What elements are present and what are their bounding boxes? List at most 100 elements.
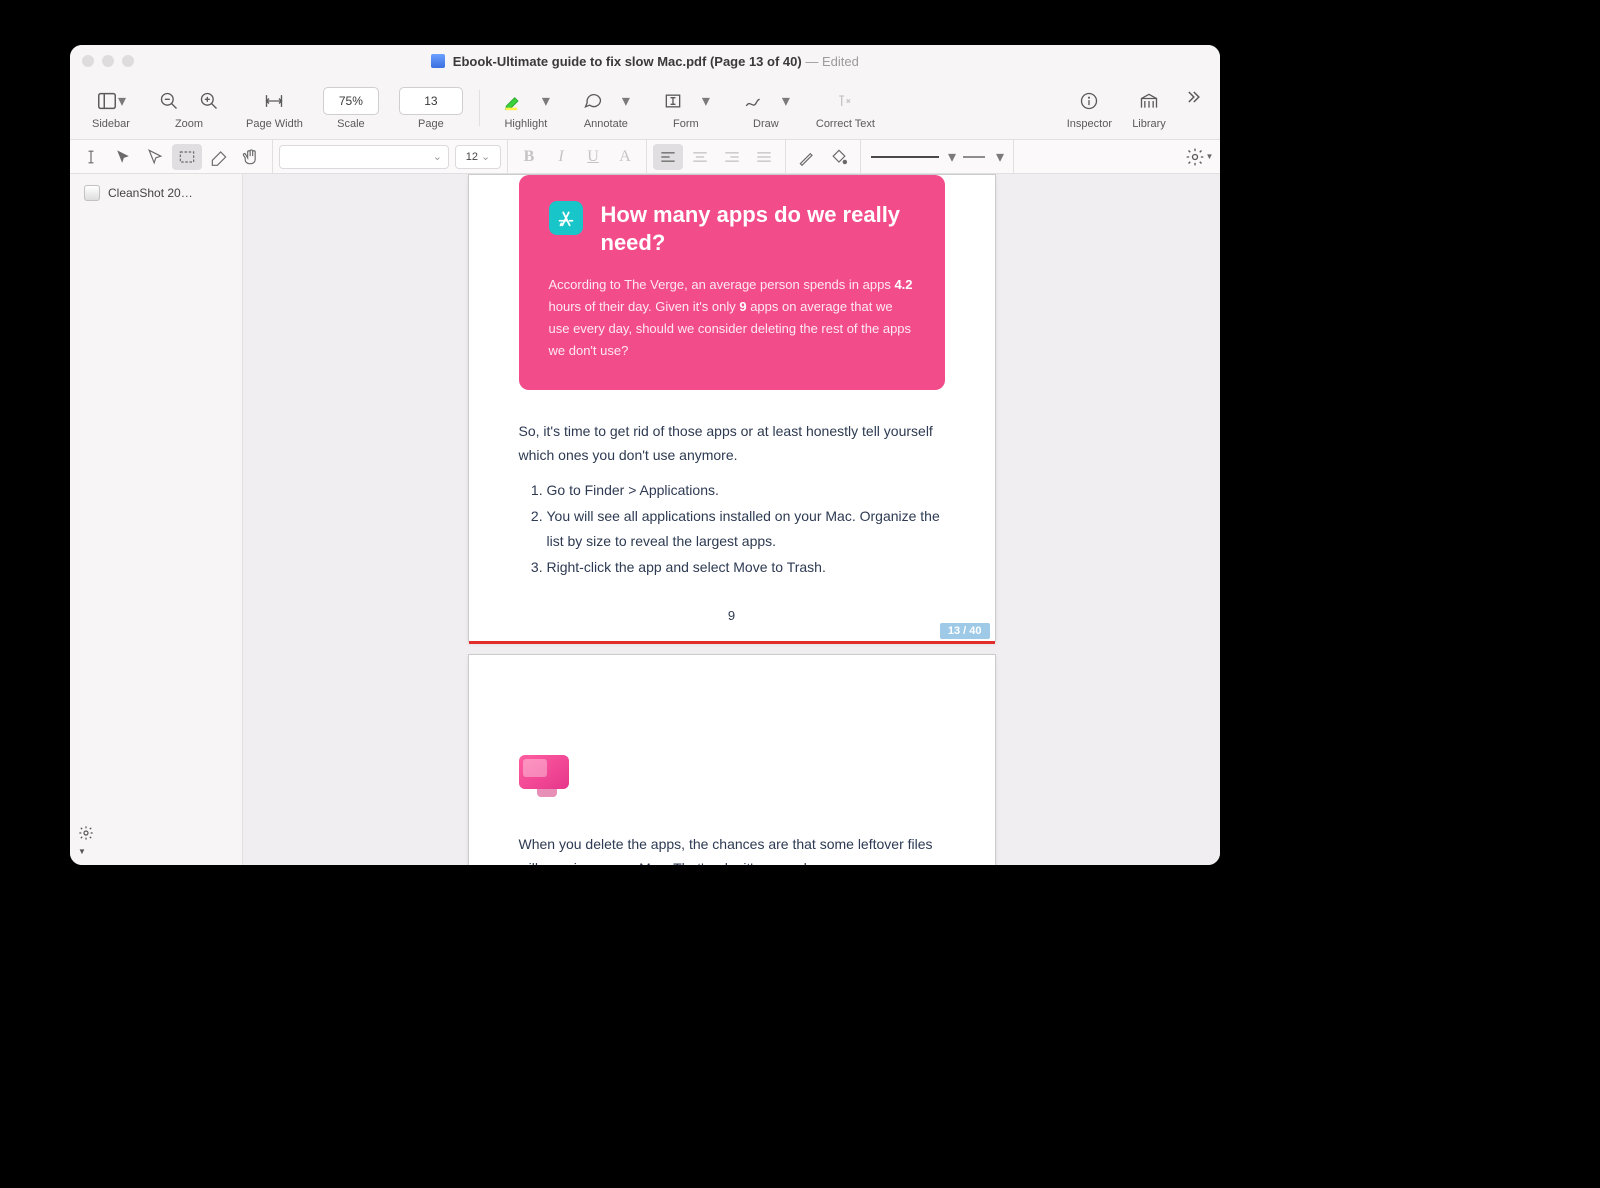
gear-icon xyxy=(1185,147,1205,167)
highlight-label: Highlight xyxy=(504,118,547,130)
library-label: Library xyxy=(1132,118,1166,130)
scale-label: Scale xyxy=(337,118,365,130)
page-input[interactable]: 13 xyxy=(399,87,463,115)
sidebar-toggle-button[interactable]: ▾ xyxy=(90,87,132,115)
window-title: Ebook-Ultimate guide to fix slow Mac.pdf… xyxy=(134,54,1156,69)
fill-color-button[interactable] xyxy=(824,144,854,170)
page-width-button[interactable] xyxy=(257,87,291,115)
form-menu-button[interactable]: ▾ xyxy=(696,87,716,115)
steps-list: Go to Finder > Applications. You will se… xyxy=(469,468,995,592)
correct-text-label: Correct Text xyxy=(816,118,875,130)
document-icon xyxy=(431,54,445,68)
draw-icon xyxy=(743,91,763,111)
main-toolbar: ▾ Sidebar Zoom Page Width xyxy=(70,77,1220,140)
speech-bubble-icon xyxy=(583,91,603,111)
library-icon xyxy=(1139,91,1159,111)
highlight-menu-button[interactable]: ▾ xyxy=(536,87,556,115)
arrow-style-menu[interactable]: ▾ xyxy=(993,144,1007,170)
page-indicator-badge: 13 / 40 xyxy=(940,623,990,639)
pdf-page: How many apps do we really need? Accordi… xyxy=(468,174,996,642)
sidebar-item-label: CleanShot 20… xyxy=(108,186,193,200)
sidebar-settings-button[interactable]: ▼ xyxy=(70,819,242,865)
toolbar-overflow-button[interactable] xyxy=(1176,83,1210,111)
zoom-out-icon xyxy=(159,91,179,111)
annotate-menu-button[interactable]: ▾ xyxy=(616,87,636,115)
document-canvas[interactable]: How many apps do we really need? Accordi… xyxy=(243,174,1220,865)
align-left-button[interactable] xyxy=(653,144,683,170)
pdf-page: When you delete the apps, the chances ar… xyxy=(468,654,996,865)
gear-icon xyxy=(78,825,94,841)
underline-button[interactable]: U xyxy=(578,144,608,170)
arrow-tool[interactable] xyxy=(108,144,138,170)
inspector-label: Inspector xyxy=(1067,118,1112,130)
zoom-window-button[interactable] xyxy=(122,55,134,67)
minimize-window-button[interactable] xyxy=(102,55,114,67)
eraser-tool[interactable] xyxy=(204,144,234,170)
toolbar-separator xyxy=(479,90,480,126)
highlight-button[interactable] xyxy=(496,87,530,115)
form-icon xyxy=(663,91,683,111)
chevron-down-icon: ⌄ xyxy=(433,150,442,163)
callout-card: How many apps do we really need? Accordi… xyxy=(519,175,945,390)
bold-button[interactable]: B xyxy=(514,144,544,170)
paragraph: When you delete the apps, the chances ar… xyxy=(469,833,995,865)
thumbnail-icon xyxy=(84,185,100,201)
chevron-down-icon: ⌄ xyxy=(481,150,490,163)
list-item: You will see all applications installed … xyxy=(547,504,945,553)
zoom-in-button[interactable] xyxy=(192,87,226,115)
title-filename: Ebook-Ultimate guide to fix slow Mac.pdf xyxy=(453,54,707,69)
font-family-select[interactable]: ⌄ xyxy=(279,145,449,169)
text-color-button[interactable]: A xyxy=(610,144,640,170)
info-icon xyxy=(1079,91,1099,111)
annotate-button[interactable] xyxy=(576,87,610,115)
list-item: Right-click the app and select Move to T… xyxy=(547,555,945,580)
page-number: 9 xyxy=(469,592,995,641)
correct-text-button[interactable] xyxy=(828,87,862,115)
card-title: How many apps do we really need? xyxy=(601,201,915,256)
title-page-info: (Page 13 of 40) xyxy=(710,54,802,69)
library-button[interactable] xyxy=(1132,87,1166,115)
correct-text-icon xyxy=(835,91,855,111)
app-window: Ebook-Ultimate guide to fix slow Mac.pdf… xyxy=(70,45,1220,865)
annotate-label: Annotate xyxy=(584,118,628,130)
pointer-tool[interactable] xyxy=(140,144,170,170)
sidebar-panel: CleanShot 20… ▼ xyxy=(70,174,243,865)
title-edited-label: — Edited xyxy=(805,54,858,69)
page-cursor-line xyxy=(469,641,995,644)
settings-gear-button[interactable]: ▼ xyxy=(1184,144,1214,170)
zoom-label: Zoom xyxy=(175,118,203,130)
zoom-in-icon xyxy=(199,91,219,111)
paragraph: So, it's time to get rid of those apps o… xyxy=(469,420,995,468)
inspector-button[interactable] xyxy=(1072,87,1106,115)
draw-label: Draw xyxy=(753,118,779,130)
font-size-input[interactable]: 12 ⌄ xyxy=(455,145,501,169)
hand-tool[interactable] xyxy=(236,144,266,170)
align-justify-button[interactable] xyxy=(749,144,779,170)
rectangle-select-tool[interactable] xyxy=(172,144,202,170)
form-label: Form xyxy=(673,118,699,130)
edit-toolbar: ⌄ 12 ⌄ B I U A ▾ ▾ ▼ xyxy=(70,140,1220,174)
chevron-double-right-icon xyxy=(1183,87,1203,107)
page-label: Page xyxy=(418,118,444,130)
card-body: According to The Verge, an average perso… xyxy=(549,274,915,362)
imac-icon xyxy=(519,755,575,799)
arrow-style-button[interactable] xyxy=(961,144,991,170)
align-right-button[interactable] xyxy=(717,144,747,170)
align-center-button[interactable] xyxy=(685,144,715,170)
stroke-color-button[interactable] xyxy=(792,144,822,170)
zoom-out-button[interactable] xyxy=(152,87,186,115)
highlighter-icon xyxy=(503,91,523,111)
italic-button[interactable]: I xyxy=(546,144,576,170)
form-button[interactable] xyxy=(656,87,690,115)
line-style-button[interactable] xyxy=(867,144,943,170)
sidebar-item[interactable]: CleanShot 20… xyxy=(76,180,236,206)
line-style-menu[interactable]: ▾ xyxy=(945,144,959,170)
draw-menu-button[interactable]: ▾ xyxy=(776,87,796,115)
scale-input[interactable]: 75% xyxy=(323,87,379,115)
close-window-button[interactable] xyxy=(82,55,94,67)
appstore-icon xyxy=(549,201,583,235)
page-width-icon xyxy=(264,91,284,111)
document-body: CleanShot 20… ▼ How many apps do we real… xyxy=(70,174,1220,865)
text-cursor-tool[interactable] xyxy=(76,144,106,170)
draw-button[interactable] xyxy=(736,87,770,115)
